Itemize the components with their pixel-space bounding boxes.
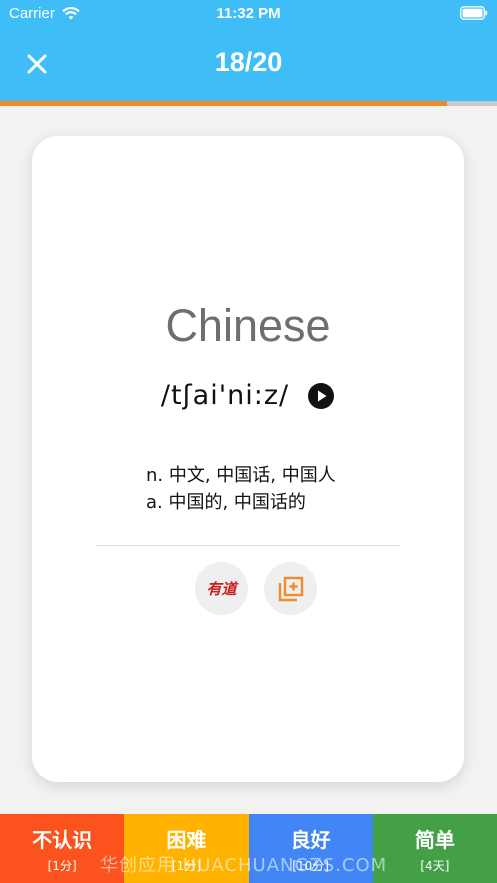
definition-line: a. 中国的, 中国话的	[146, 492, 306, 513]
youdao-logo: 有道	[206, 580, 237, 598]
phonetic-text: /tʃai'ni:z/	[160, 380, 290, 411]
rating-good-button[interactable]: 良好 [10分]	[248, 814, 373, 883]
progress-fill	[0, 101, 448, 106]
rating-easy-button[interactable]: 简单 [4天]	[372, 814, 497, 883]
progress-counter: 18/20	[214, 47, 283, 77]
rating-label: 不认识	[32, 827, 93, 852]
rating-label: 困难	[166, 827, 207, 852]
rating-label: 简单	[414, 827, 455, 852]
rating-interval: [1分]	[47, 858, 77, 873]
play-icon[interactable]	[307, 382, 335, 410]
add-to-list-icon	[278, 576, 303, 601]
rating-interval: [10分]	[292, 858, 329, 873]
rating-interval: [4天]	[420, 858, 450, 873]
word-card: Chinese /tʃai'ni:z/ n. 中文, 中国话, 中国人 a. 中…	[32, 136, 464, 782]
rating-interval: [1分]	[171, 858, 201, 873]
rating-label: 良好	[290, 827, 331, 852]
battery-icon	[460, 6, 488, 20]
rating-hard-button[interactable]: 困难 [1分]	[124, 814, 249, 883]
rating-bar: 不认识 [1分] 困难 [1分] 良好 [10分] 简单 [4天]	[0, 814, 497, 883]
progress-bar	[0, 101, 497, 106]
rating-unknown-button[interactable]: 不认识 [1分]	[0, 814, 125, 883]
divider	[96, 545, 400, 546]
status-bar: Carrier 11:32 PM	[0, 0, 497, 28]
youdao-button[interactable]: 有道	[195, 562, 248, 615]
top-bar: Carrier 11:32 PM 18/20	[0, 0, 497, 101]
status-time: 11:32 PM	[216, 5, 281, 22]
definitions: n. 中文, 中国话, 中国人 a. 中国的, 中国话的	[146, 462, 336, 516]
phonetic-row: /tʃai'ni:z/	[32, 380, 464, 411]
add-to-list-button[interactable]	[264, 562, 317, 615]
word-text: Chinese	[165, 300, 331, 351]
definition-line: n. 中文, 中国话, 中国人	[146, 465, 336, 486]
